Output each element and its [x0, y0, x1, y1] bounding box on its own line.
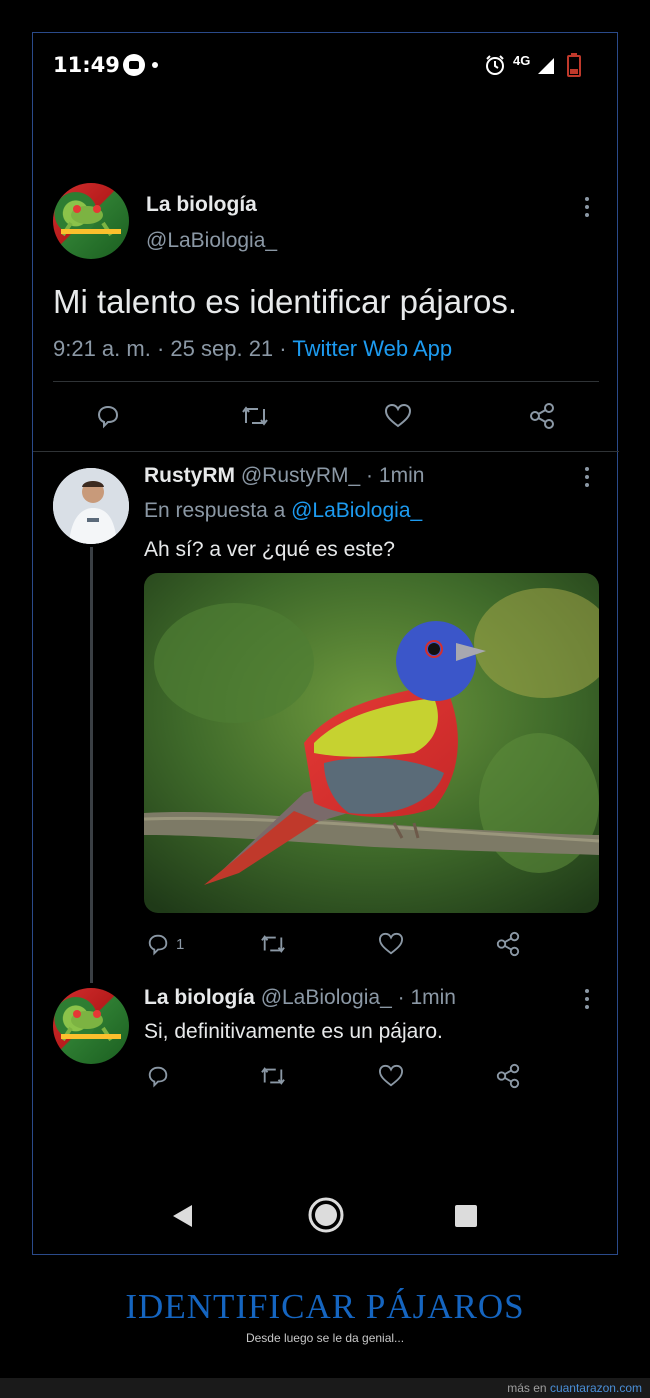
reply-age: 1min [378, 464, 425, 487]
notification-dot-icon [152, 62, 158, 68]
caption-subtitle: Desde luego se le da genial... [245, 1331, 405, 1345]
meta-separator: · [366, 464, 374, 487]
reply-age: 1min [410, 986, 456, 1009]
thread-line [90, 547, 93, 983]
home-icon[interactable] [306, 1195, 346, 1235]
replying-to: En respuesta a @LaBiologia_ [144, 499, 422, 523]
tweet-date: 25 sep. 21 [170, 336, 274, 361]
share-icon [496, 931, 520, 957]
reply-icon [148, 934, 168, 956]
more-icon[interactable] [584, 466, 590, 488]
battery-icon [567, 53, 581, 77]
reply-header: La biología @LaBiologia_ · 1min [144, 986, 456, 1010]
status-bar: 11:49 4G [33, 33, 619, 95]
replying-label: En respuesta a [144, 499, 286, 522]
reply-author-handle[interactable]: @LaBiologia_ [261, 986, 392, 1009]
like-icon [378, 1064, 404, 1087]
frog-avatar-image [61, 1010, 121, 1042]
retweet-button[interactable] [240, 401, 270, 431]
tweet-time: 9:21 a. m. [53, 336, 151, 361]
replying-to-handle[interactable]: @LaBiologia_ [291, 499, 422, 522]
caption-title: IDENTIFICAR PÁJAROS [125, 1287, 525, 1326]
author-name[interactable]: La biología [146, 193, 257, 217]
meta-separator: · [279, 336, 287, 361]
alarm-icon [486, 55, 504, 75]
tweet-meta: 9:21 a. m. · 25 sep. 21 · Twitter Web Ap… [53, 336, 452, 362]
network-label: 4G [513, 53, 531, 68]
author-handle[interactable]: @LaBiologia_ [146, 229, 277, 253]
reply-author-avatar[interactable] [53, 988, 129, 1064]
footer-prefix: más en [507, 1381, 547, 1395]
reply-icon [97, 405, 119, 429]
signal-icon [538, 58, 554, 74]
status-time: 11:49 [53, 53, 120, 77]
retweet-button[interactable] [259, 929, 287, 959]
more-icon[interactable] [584, 196, 590, 218]
footer-bar: más en cuantarazon.com [0, 1378, 650, 1398]
phone-screen: 11:49 4G La biología @LaBiologia_ Mi tal… [32, 32, 619, 1255]
more-icon[interactable] [584, 988, 590, 1010]
retweet-icon [242, 406, 268, 426]
meta-separator: · [397, 986, 405, 1009]
reply-actions: 1 [33, 929, 619, 969]
like-button[interactable] [378, 1061, 404, 1091]
like-button[interactable] [378, 929, 404, 959]
back-icon[interactable] [170, 1203, 194, 1229]
painted-bunting-image [144, 573, 599, 913]
reply-button[interactable]: 1 [146, 929, 184, 959]
share-icon [496, 1063, 520, 1089]
like-button[interactable] [384, 401, 412, 431]
retweet-icon [261, 935, 285, 953]
share-button[interactable] [495, 1061, 521, 1091]
reply-button[interactable] [95, 401, 121, 431]
reply-button[interactable] [146, 1061, 170, 1091]
notification-icon [123, 54, 145, 76]
reply-actions [33, 1061, 619, 1101]
divider [33, 451, 619, 452]
retweet-button[interactable] [259, 1061, 287, 1091]
retweet-icon [261, 1067, 285, 1085]
divider [53, 381, 599, 382]
bird-photo[interactable] [144, 573, 599, 913]
share-button[interactable] [495, 929, 521, 959]
author-avatar[interactable] [53, 183, 129, 259]
footer-text: más en cuantarazon.com [507, 1381, 642, 1395]
player-avatar-image [53, 468, 129, 544]
reply-author-name[interactable]: La biología [144, 986, 255, 1009]
frog-avatar-image [61, 205, 121, 237]
system-nav-bar [33, 1183, 619, 1243]
share-icon [530, 403, 554, 429]
recents-icon[interactable] [454, 1204, 478, 1228]
share-button[interactable] [528, 401, 556, 431]
reply-text: Si, definitivamente es un pájaro. [144, 1020, 443, 1043]
like-icon [384, 403, 412, 428]
reply-icon [148, 1066, 168, 1088]
reply-author-name[interactable]: RustyRM [144, 464, 235, 487]
reply-header: RustyRM @RustyRM_ · 1min [144, 464, 424, 488]
tweet-source-app[interactable]: Twitter Web App [292, 336, 452, 361]
tweet-text: Mi talento es identificar pájaros. [53, 283, 518, 320]
tweet-actions [33, 401, 619, 441]
reply-author-handle[interactable]: @RustyRM_ [241, 464, 360, 487]
footer-site-link[interactable]: cuantarazon.com [550, 1381, 642, 1395]
reply-count: 1 [176, 935, 185, 953]
reply-author-avatar[interactable] [53, 468, 129, 544]
like-icon [378, 932, 404, 955]
meta-separator: · [156, 336, 165, 361]
reply-text: Ah sí? a ver ¿qué es este? [144, 538, 395, 561]
